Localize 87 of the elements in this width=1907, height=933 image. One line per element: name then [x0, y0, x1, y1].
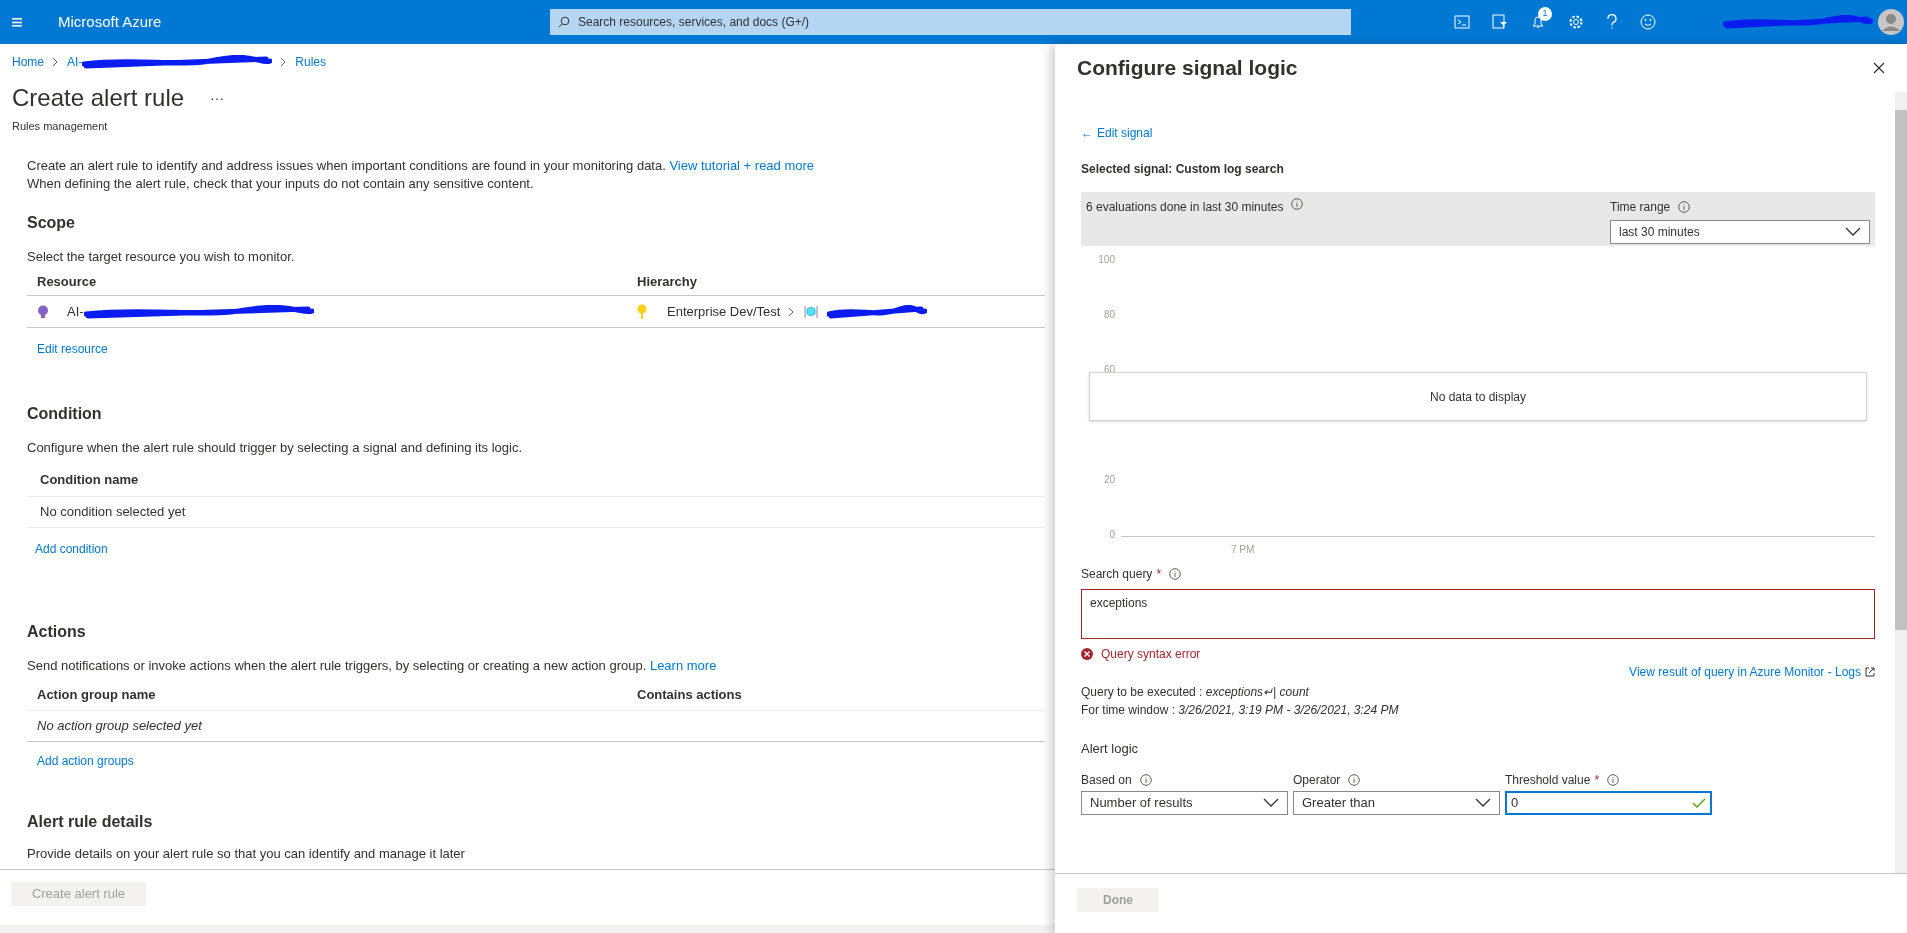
search-query-field[interactable]: exceptions [1081, 589, 1875, 639]
chevron-right-icon [52, 57, 59, 67]
y-axis-label: 20 [1103, 473, 1115, 487]
chevron-right-icon [280, 57, 288, 67]
filter-icon[interactable] [1492, 14, 1508, 30]
field-label: Operator [1293, 771, 1341, 789]
help-icon[interactable] [1606, 14, 1618, 30]
no-data-overlay: No data to display [1089, 372, 1867, 421]
section-heading: Alert rule details [27, 812, 154, 832]
tutorial-link[interactable]: View tutorial + read more [669, 157, 815, 173]
more-icon[interactable]: ··· [210, 87, 225, 109]
info-icon[interactable] [1169, 568, 1182, 580]
breadcrumb-link[interactable]: Rules [295, 53, 327, 71]
info-icon[interactable] [1348, 773, 1361, 786]
error-text: Query syntax error [1101, 646, 1201, 663]
panel-title: Configure signal logic [1077, 55, 1298, 82]
settings-icon[interactable] [1568, 14, 1584, 30]
empty-row-text: No action group selected yet [37, 717, 202, 736]
add-action-groups-link[interactable]: Add action groups [37, 752, 1045, 770]
field-label: Based on [1081, 771, 1132, 789]
dropdown[interactable]: Greater than [1293, 790, 1500, 815]
chevron-down-icon [1263, 797, 1279, 808]
column-header: Contains actions [637, 685, 742, 704]
alert-logic-heading: Alert logic [1081, 740, 1140, 758]
breadcrumb-link[interactable]: Home [12, 53, 44, 71]
y-axis-label: 0 [1109, 528, 1115, 542]
field-label: Search query [1081, 566, 1153, 583]
brand-name[interactable]: Microsoft Azure [58, 10, 538, 34]
time-range-dropdown[interactable]: last 30 minutes [1610, 220, 1870, 244]
section-text: Configure when the alert rule should trigger by selecting a signal and defining its logic. [27, 439, 523, 457]
dropdown[interactable]: Number of results [1081, 790, 1288, 815]
y-axis-label: 80 [1103, 308, 1115, 322]
resource-name: AI- [67, 302, 84, 321]
section-heading: Condition [27, 404, 103, 424]
view-result-link[interactable]: View result of query in Azure Monitor - Logs [1629, 663, 1861, 681]
time-window-text: For time window : 3/26/2021, 3:19 PM - 3/26/2021, 3:24 PM [1081, 702, 1400, 719]
required-asterisk: * [1594, 771, 1600, 789]
column-header: Resource [36, 272, 98, 291]
section-heading: Scope [27, 212, 76, 233]
column-header: Action group name [36, 685, 157, 704]
key-icon [637, 303, 647, 320]
menu-icon[interactable]: ≡ [0, 7, 34, 37]
column-header: Condition name [40, 471, 139, 489]
field-label: Time range [1610, 199, 1671, 216]
query-executed-text: Query to be executed : exceptions↵| count [1081, 684, 1310, 701]
error-icon [1081, 648, 1093, 660]
page-subtitle: Rules management [12, 119, 109, 134]
hierarchy-text: Enterprise Dev/Test [667, 302, 781, 321]
breadcrumb-link[interactable]: AI- [67, 53, 83, 71]
x-axis-label: 7 PM [1231, 543, 1255, 557]
evaluations-text: 6 evaluations done in last 30 minutes [1086, 199, 1284, 216]
empty-row-text: No condition selected yet [40, 502, 186, 521]
section-text: Provide details on your alert rule so that you can identify and manage it later [27, 845, 466, 863]
search-field[interactable]: Search resources, services, and docs (G+/) [550, 9, 1351, 35]
add-condition-link[interactable]: Add condition [35, 539, 1045, 558]
chevron-down-icon [1845, 227, 1861, 237]
page-title: Create alert rule [12, 83, 185, 113]
smiley-icon[interactable] [1640, 14, 1656, 30]
learn-more-link[interactable]: Learn more [649, 657, 717, 673]
edit-signal-link[interactable]: ← Edit signal [1081, 124, 1153, 142]
terminal-icon[interactable] [1454, 14, 1470, 30]
info-icon[interactable] [1291, 198, 1304, 210]
field-label: Threshold value [1505, 771, 1591, 789]
required-asterisk: * [1156, 566, 1162, 583]
column-header: Hierarchy [637, 272, 697, 291]
y-axis-label: 100 [1098, 253, 1115, 267]
lightbulb-icon [37, 304, 49, 319]
intro-text: Create an alert rule to identify and address issues when important conditions are found in your monitoring data. View tutorial + read more [27, 156, 816, 175]
selected-signal-text: Selected signal: Custom log search [1081, 161, 1285, 178]
cube-icon [803, 303, 820, 320]
notification-badge: 1 [1538, 7, 1552, 21]
avatar-icon[interactable] [1877, 8, 1905, 36]
info-icon[interactable] [1607, 773, 1620, 786]
section-text: Select the target resource you wish to monitor. [27, 247, 296, 266]
info-icon[interactable] [1678, 201, 1691, 213]
close-icon[interactable] [1873, 62, 1885, 74]
section-text: Send notifications or invoke actions when the alert rule triggers, by selecting or creating a new action group. Learn more [27, 656, 718, 675]
edit-resource-link[interactable]: Edit resource [37, 340, 1045, 358]
chevron-right-icon [788, 306, 796, 317]
external-link-icon [1865, 667, 1875, 677]
info-icon[interactable] [1139, 773, 1152, 786]
chevron-down-icon [1475, 797, 1491, 808]
section-heading: Actions [27, 621, 87, 642]
threshold-input-field[interactable]: 0 [1505, 790, 1712, 815]
search-icon [558, 16, 570, 28]
intro-text: When defining the alert rule, check that your inputs do not contain any sensitive content. [27, 174, 535, 193]
bell-icon[interactable] [1530, 14, 1546, 30]
